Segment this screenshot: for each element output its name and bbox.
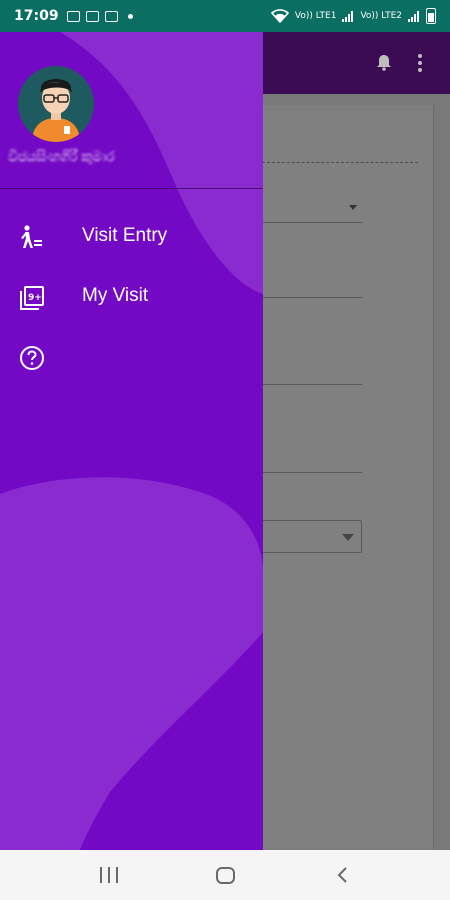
form-field-underline[interactable] (262, 222, 362, 223)
dashed-divider (262, 162, 418, 163)
form-field-underline[interactable] (262, 384, 362, 385)
user-name: විජයසිංහගිරී කුමාර (8, 149, 115, 165)
cast-icon (85, 10, 99, 22)
select-field[interactable] (262, 520, 362, 553)
bell-icon[interactable] (376, 54, 392, 71)
status-bar: 17:09 Vo)) LTE1 Vo)) LTE2 (0, 0, 450, 32)
svg-text:9+: 9+ (28, 293, 42, 303)
status-right: Vo)) LTE1 Vo)) LTE2 (270, 8, 436, 24)
signal-icon (408, 10, 419, 22)
system-nav-bar (0, 850, 450, 900)
walking-person-icon (21, 225, 42, 248)
navigation-drawer: විජයසිංහගිරී කුමාර Visit Entry 9+ My Vis… (0, 32, 263, 850)
menu-item-help[interactable] (0, 332, 263, 384)
recents-button[interactable] (100, 867, 118, 883)
notification-dot-icon (127, 13, 133, 19)
menu-item-my-visit[interactable]: 9+ My Visit (0, 272, 263, 324)
wifi-icon (270, 9, 289, 23)
photo-library-icon: 9+ (20, 286, 44, 310)
more-vert-icon[interactable] (418, 54, 422, 72)
sim2-label: Vo)) LTE2 (360, 11, 402, 21)
image-icon (104, 10, 118, 22)
sim1-label: Vo)) LTE1 (294, 11, 337, 21)
avatar[interactable] (18, 66, 94, 142)
help-circle-icon (20, 346, 44, 370)
back-button[interactable] (336, 867, 350, 883)
form-field-underline[interactable] (262, 472, 362, 473)
menu-item-label: Visit Entry (82, 225, 168, 246)
status-time: 17:09 (14, 8, 59, 24)
screenshot-icon (66, 10, 80, 22)
form-card (262, 105, 434, 853)
menu-item-label: My Visit (82, 285, 149, 306)
drawer-header: විජයසිංහගිරී කුමාර (0, 32, 263, 189)
form-field-underline[interactable] (262, 297, 362, 298)
dropdown-caret-icon[interactable] (349, 205, 357, 210)
menu-item-visit-entry[interactable]: Visit Entry (0, 212, 263, 264)
battery-icon (426, 8, 436, 24)
signal-icon (342, 10, 354, 22)
home-button[interactable] (216, 867, 235, 884)
